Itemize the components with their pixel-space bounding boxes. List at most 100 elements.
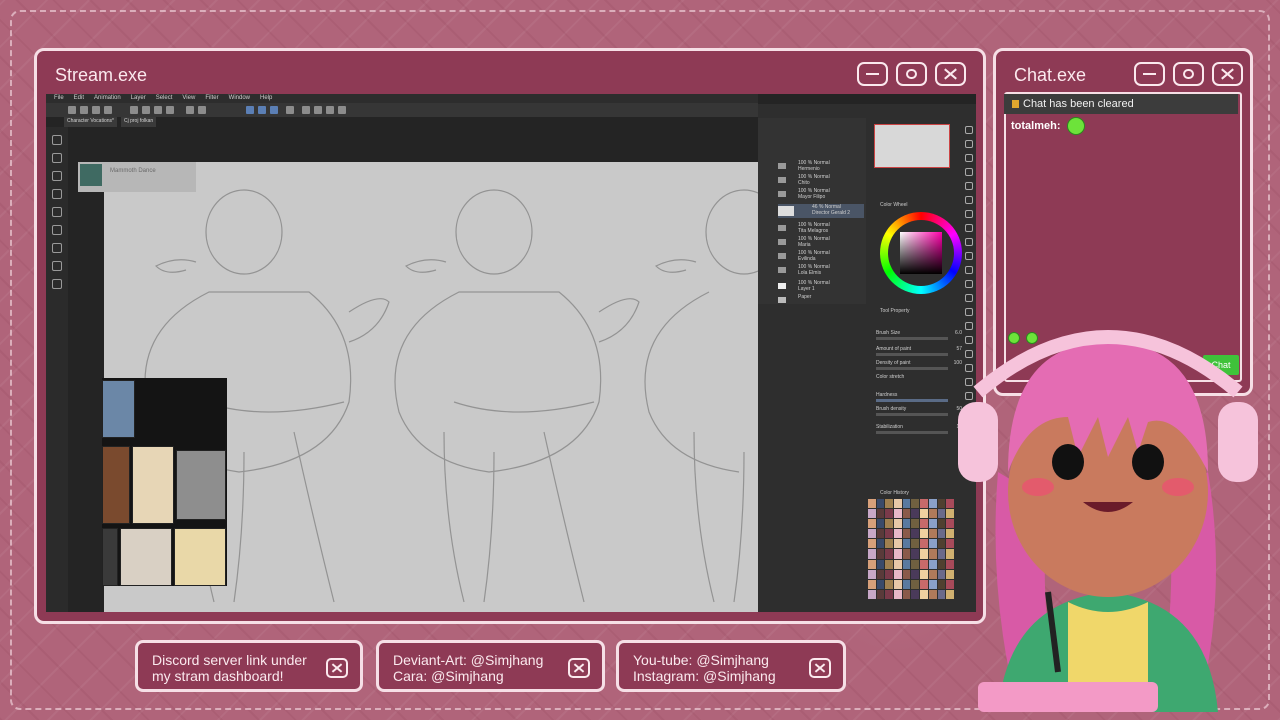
color-swatch[interactable] xyxy=(894,559,902,569)
color-swatch[interactable] xyxy=(868,499,876,509)
color-swatch[interactable] xyxy=(937,549,946,559)
color-swatch[interactable] xyxy=(946,579,954,589)
tool-icon[interactable] xyxy=(965,126,973,134)
color-swatch[interactable] xyxy=(902,519,911,529)
toolbar-icon[interactable] xyxy=(326,106,334,114)
color-swatch[interactable] xyxy=(928,549,937,559)
tool-icon[interactable] xyxy=(52,171,62,181)
color-swatch[interactable] xyxy=(946,549,954,559)
menu-animation[interactable]: Animation xyxy=(94,94,121,103)
toolbar-icon[interactable] xyxy=(314,106,322,114)
color-swatch[interactable] xyxy=(902,499,911,509)
color-swatch[interactable] xyxy=(946,559,954,569)
tab-cj-proj[interactable]: Cj proj folkan xyxy=(120,117,157,127)
color-swatch[interactable] xyxy=(894,579,902,589)
menu-layer[interactable]: Layer xyxy=(131,94,146,103)
color-swatch[interactable] xyxy=(868,579,876,589)
toolbar-icon[interactable] xyxy=(302,106,310,114)
tool-icon[interactable] xyxy=(52,135,62,145)
menu-file[interactable]: File xyxy=(54,94,64,103)
brush-density-slider[interactable]: Brush density 50 xyxy=(876,406,962,418)
toolbar-icon[interactable] xyxy=(68,106,76,114)
layer-row[interactable]: 100 % Normal Evilinda xyxy=(778,250,864,264)
menu-view[interactable]: View xyxy=(182,94,195,103)
maximize-icon[interactable] xyxy=(1173,62,1204,86)
color-swatch[interactable] xyxy=(937,499,946,509)
toolbar-icon[interactable] xyxy=(130,106,138,114)
layer-row-selected[interactable]: 46 % Normal Director Gerald 2 xyxy=(778,204,864,218)
color-swatch[interactable] xyxy=(937,579,946,589)
layer-row[interactable]: 100 % Normal Lola Elmis xyxy=(778,264,864,278)
tool-icon[interactable] xyxy=(965,308,973,316)
color-swatch[interactable] xyxy=(885,559,894,569)
tool-icon[interactable] xyxy=(52,153,62,163)
brush-size-slider[interactable]: Brush Size 6.0 xyxy=(876,330,962,342)
color-swatch[interactable] xyxy=(885,589,894,599)
close-icon[interactable] xyxy=(568,658,590,678)
color-swatch[interactable] xyxy=(937,509,946,519)
tool-icon[interactable] xyxy=(965,280,973,288)
menu-edit[interactable]: Edit xyxy=(74,94,84,103)
color-swatch[interactable] xyxy=(885,549,894,559)
color-swatch[interactable] xyxy=(902,509,911,519)
color-swatch[interactable] xyxy=(911,519,920,529)
color-swatch[interactable] xyxy=(885,579,894,589)
tool-icon[interactable] xyxy=(965,168,973,176)
color-swatch[interactable] xyxy=(920,519,928,529)
color-swatch[interactable] xyxy=(928,559,937,569)
color-swatch[interactable] xyxy=(946,589,954,599)
toolbar-icon[interactable] xyxy=(104,106,112,114)
layer-row[interactable]: 100 % Normal Hermenio xyxy=(778,160,864,174)
color-swatch[interactable] xyxy=(894,509,902,519)
color-swatch[interactable] xyxy=(928,589,937,599)
tool-icon[interactable] xyxy=(52,261,62,271)
tool-icon[interactable] xyxy=(52,279,62,289)
tool-icon[interactable] xyxy=(52,207,62,217)
color-swatch[interactable] xyxy=(902,559,911,569)
color-swatch[interactable] xyxy=(885,499,894,509)
color-swatch[interactable] xyxy=(885,519,894,529)
menu-filter[interactable]: Filter xyxy=(205,94,218,103)
color-swatch[interactable] xyxy=(920,509,928,519)
stabilization-slider[interactable]: Stabilization10 xyxy=(876,424,962,436)
toolbar-icon[interactable] xyxy=(338,106,346,114)
layer-row[interactable]: 100 % Normal Chito xyxy=(778,174,864,188)
file-thumbnail-chip[interactable]: Mammoth Dance xyxy=(78,162,196,192)
tool-icon[interactable] xyxy=(52,189,62,199)
toolbar-icon[interactable] xyxy=(80,106,88,114)
color-swatch[interactable] xyxy=(894,549,902,559)
toolbar-icon[interactable] xyxy=(154,106,162,114)
color-swatch[interactable] xyxy=(894,519,902,529)
color-swatch[interactable] xyxy=(946,569,954,579)
color-swatch[interactable] xyxy=(894,499,902,509)
color-swatch[interactable] xyxy=(868,519,876,529)
tool-icon[interactable] xyxy=(965,196,973,204)
tool-icon[interactable] xyxy=(965,266,973,274)
toolbar-icon[interactable] xyxy=(246,106,254,114)
amount-of-paint-slider[interactable]: Amount of paint 57 xyxy=(876,346,962,358)
color-swatch[interactable] xyxy=(876,499,885,509)
color-swatch[interactable] xyxy=(928,579,937,589)
close-icon[interactable] xyxy=(809,658,831,678)
color-swatch[interactable] xyxy=(911,529,920,539)
color-swatch[interactable] xyxy=(885,539,894,549)
color-swatch[interactable] xyxy=(902,569,911,579)
toolbar-icon[interactable] xyxy=(270,106,278,114)
tool-icon[interactable] xyxy=(965,252,973,260)
close-icon[interactable] xyxy=(935,62,966,86)
layer-row[interactable]: Paper xyxy=(778,294,864,308)
color-swatch[interactable] xyxy=(920,549,928,559)
menu-help[interactable]: Help xyxy=(260,94,272,103)
tool-icon[interactable] xyxy=(965,238,973,246)
color-swatch[interactable] xyxy=(868,509,876,519)
color-swatch[interactable] xyxy=(894,529,902,539)
layer-row[interactable]: 100 % Normal Layer 1 xyxy=(778,280,864,294)
color-swatch[interactable] xyxy=(937,559,946,569)
color-swatch[interactable] xyxy=(920,569,928,579)
color-swatch[interactable] xyxy=(928,529,937,539)
color-swatch[interactable] xyxy=(894,589,902,599)
toolbar-icon[interactable] xyxy=(92,106,100,114)
navigator-preview[interactable] xyxy=(874,124,950,168)
toolbar-icon[interactable] xyxy=(258,106,266,114)
color-swatch[interactable] xyxy=(920,589,928,599)
